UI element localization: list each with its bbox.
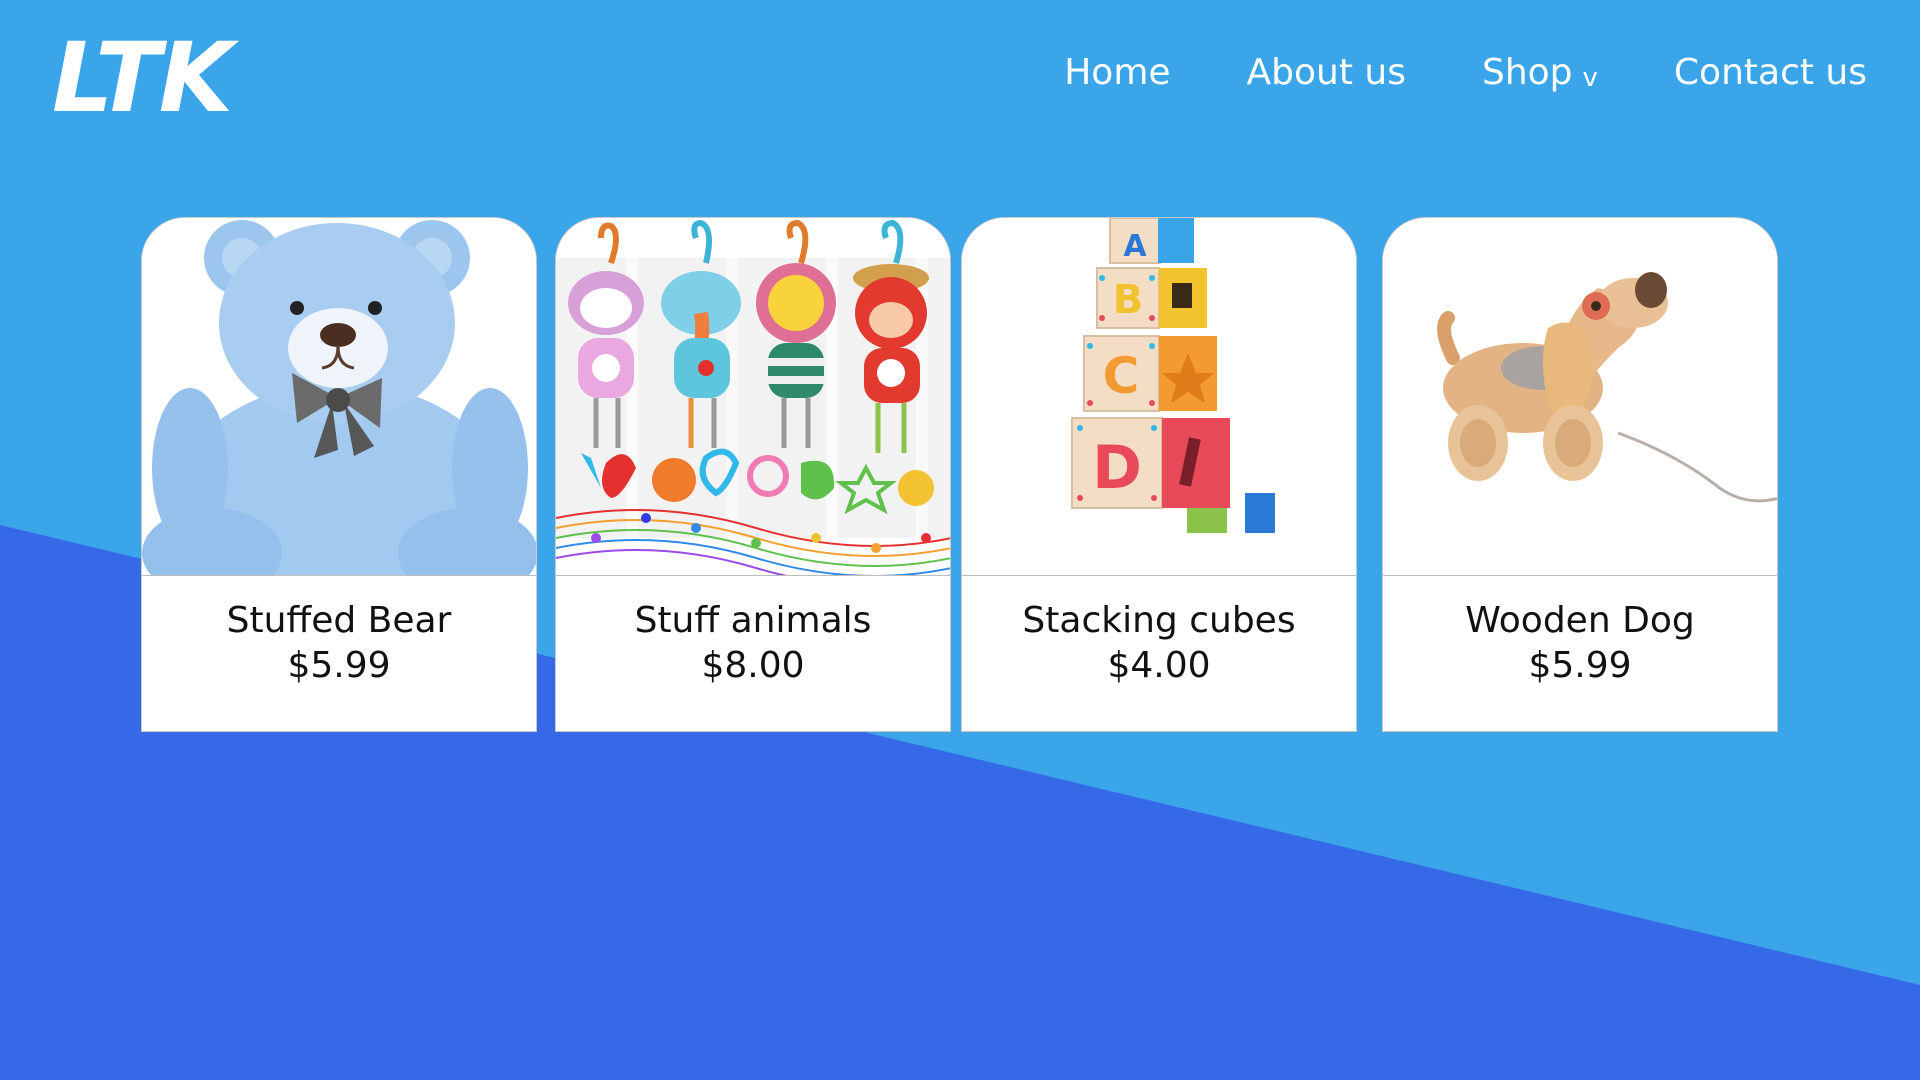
product-card-stacking-cubes[interactable]: A B C D Stacking cubes $4.00 [961,217,1357,732]
nav-contact[interactable]: Contact us [1674,52,1867,93]
main-nav: Home About us Shop v Contact us [1064,52,1867,93]
product-name: Wooden Dog [1465,600,1695,641]
product-info: Stuffed Bear $5.99 [142,598,536,688]
product-card-stuff-animals[interactable]: Stuff animals $8.00 [555,217,951,732]
nav-shop-label: Shop [1481,52,1573,93]
teddy-bear-image [142,218,536,576]
nav-home[interactable]: Home [1064,52,1170,93]
product-price: $4.00 [1107,645,1211,686]
product-price: $5.99 [287,645,391,686]
wooden-pull-dog-image [1383,218,1777,576]
product-card-wooden-dog[interactable]: Wooden Dog $5.99 [1382,217,1778,732]
nav-contact-label: Contact us [1673,52,1867,93]
chevron-down-icon: v [1582,63,1598,93]
svg-text:D: D [1092,433,1142,503]
logo[interactable]: LTK [52,30,233,126]
page: LTK Home About us Shop v Contact us Stuf… [0,0,1920,1080]
stacking-blocks-image: A B C D [962,218,1356,576]
nav-about[interactable]: About us [1247,52,1406,93]
product-price: $8.00 [701,645,805,686]
svg-text:B: B [1113,277,1144,323]
product-card-stuffed-bear[interactable]: Stuffed Bear $5.99 [141,217,537,732]
product-info: Stuff animals $8.00 [556,598,950,688]
product-info: Wooden Dog $5.99 [1383,598,1777,688]
nav-home-label: Home [1064,52,1171,93]
nav-shop[interactable]: Shop v [1482,52,1598,93]
product-name: Stacking cubes [1022,600,1296,641]
hanging-plush-toys-image [556,218,950,576]
product-name: Stuffed Bear [226,600,452,641]
product-name: Stuff animals [634,600,872,641]
product-info: Stacking cubes $4.00 [962,598,1356,688]
product-price: $5.99 [1528,645,1632,686]
svg-text:A: A [1123,229,1147,264]
nav-about-label: About us [1246,52,1406,93]
svg-text:C: C [1103,347,1140,405]
